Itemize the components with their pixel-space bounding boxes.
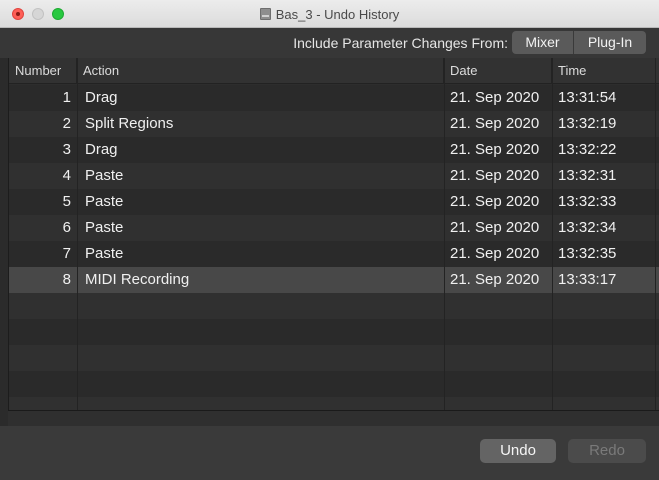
row-number: 4: [62, 167, 71, 184]
row-action: MIDI Recording: [85, 271, 190, 288]
table-row[interactable]: 4 Paste 21. Sep 2020 13:32:31: [9, 163, 659, 189]
document-icon: [259, 8, 271, 20]
include-parameter-changes-label: Include Parameter Changes From:: [293, 35, 508, 51]
row-time: 13:32:33: [558, 193, 617, 210]
row-date: 21. Sep 2020: [450, 141, 540, 158]
row-date: 21. Sep 2020: [450, 193, 540, 210]
window-title-group: Bas_3 - Undo History: [0, 0, 659, 28]
row-number: 1: [62, 89, 71, 106]
toolbar: Include Parameter Changes From: Mixer Pl…: [0, 28, 659, 58]
row-time: 13:32:34: [558, 219, 617, 236]
row-time: 13:31:54: [558, 89, 617, 106]
table-row[interactable]: 3 Drag 21. Sep 2020 13:32:22: [9, 137, 659, 163]
horizontal-scroll-area[interactable]: [8, 410, 659, 426]
table-body: 1 Drag 21. Sep 2020 13:31:54 2 Split Reg…: [9, 85, 659, 410]
column-divider: [552, 58, 553, 410]
empty-row: [9, 345, 659, 371]
row-action: Drag: [85, 89, 118, 106]
row-number: 8: [62, 271, 71, 288]
empty-row: [9, 371, 659, 397]
table-header: Number Action Date Time: [9, 58, 659, 84]
empty-row: [9, 319, 659, 345]
column-divider: [444, 58, 445, 410]
parameter-source-segmented-control: Mixer Plug-In: [512, 31, 646, 54]
undo-button[interactable]: Undo: [480, 439, 556, 463]
row-action: Drag: [85, 141, 118, 158]
row-time: 13:32:35: [558, 245, 617, 262]
row-number: 3: [62, 141, 71, 158]
row-action: Paste: [85, 219, 124, 236]
redo-button[interactable]: Redo: [568, 439, 646, 463]
window-title: Bas_3 - Undo History: [275, 6, 400, 22]
table-row[interactable]: 5 Paste 21. Sep 2020 13:32:33: [9, 189, 659, 215]
row-date: 21. Sep 2020: [450, 245, 540, 262]
row-date: 21. Sep 2020: [450, 219, 540, 236]
title-bar[interactable]: Bas_3 - Undo History: [0, 0, 659, 28]
row-number: 7: [62, 245, 71, 262]
row-number: 5: [62, 193, 71, 210]
row-action: Paste: [85, 167, 124, 184]
table-row[interactable]: 1 Drag 21. Sep 2020 13:31:54: [9, 85, 659, 111]
column-header-date[interactable]: Date: [444, 58, 552, 84]
empty-row: [9, 397, 659, 410]
row-time: 13:33:17: [558, 271, 617, 288]
undo-history-window: Bas_3 - Undo History Include Parameter C…: [0, 0, 659, 480]
column-divider: [77, 58, 78, 410]
row-date: 21. Sep 2020: [450, 89, 540, 106]
table-row-selected[interactable]: 8 MIDI Recording 21. Sep 2020 13:33:17: [9, 267, 659, 293]
row-date: 21. Sep 2020: [450, 271, 540, 288]
plug-in-toggle-button[interactable]: Plug-In: [574, 31, 646, 54]
undo-history-table: Number Action Date Time 1 Drag 21. Sep 2…: [8, 58, 659, 410]
row-number: 6: [62, 219, 71, 236]
row-time: 13:32:22: [558, 141, 617, 158]
table-row[interactable]: 6 Paste 21. Sep 2020 13:32:34: [9, 215, 659, 241]
row-action: Paste: [85, 245, 124, 262]
mixer-toggle-button[interactable]: Mixer: [512, 31, 573, 54]
row-action: Paste: [85, 193, 124, 210]
row-date: 21. Sep 2020: [450, 167, 540, 184]
row-number: 2: [62, 115, 71, 132]
footer-bar: Undo Redo: [0, 426, 659, 480]
table-row[interactable]: 2 Split Regions 21. Sep 2020 13:32:19: [9, 111, 659, 137]
row-time: 13:32:31: [558, 167, 617, 184]
column-header-number[interactable]: Number: [9, 58, 77, 84]
column-divider: [655, 58, 656, 410]
row-date: 21. Sep 2020: [450, 115, 540, 132]
column-header-time[interactable]: Time: [552, 58, 659, 84]
table-row[interactable]: 7 Paste 21. Sep 2020 13:32:35: [9, 241, 659, 267]
row-action: Split Regions: [85, 115, 174, 132]
column-header-action[interactable]: Action: [77, 58, 444, 84]
row-time: 13:32:19: [558, 115, 617, 132]
empty-row: [9, 293, 659, 319]
